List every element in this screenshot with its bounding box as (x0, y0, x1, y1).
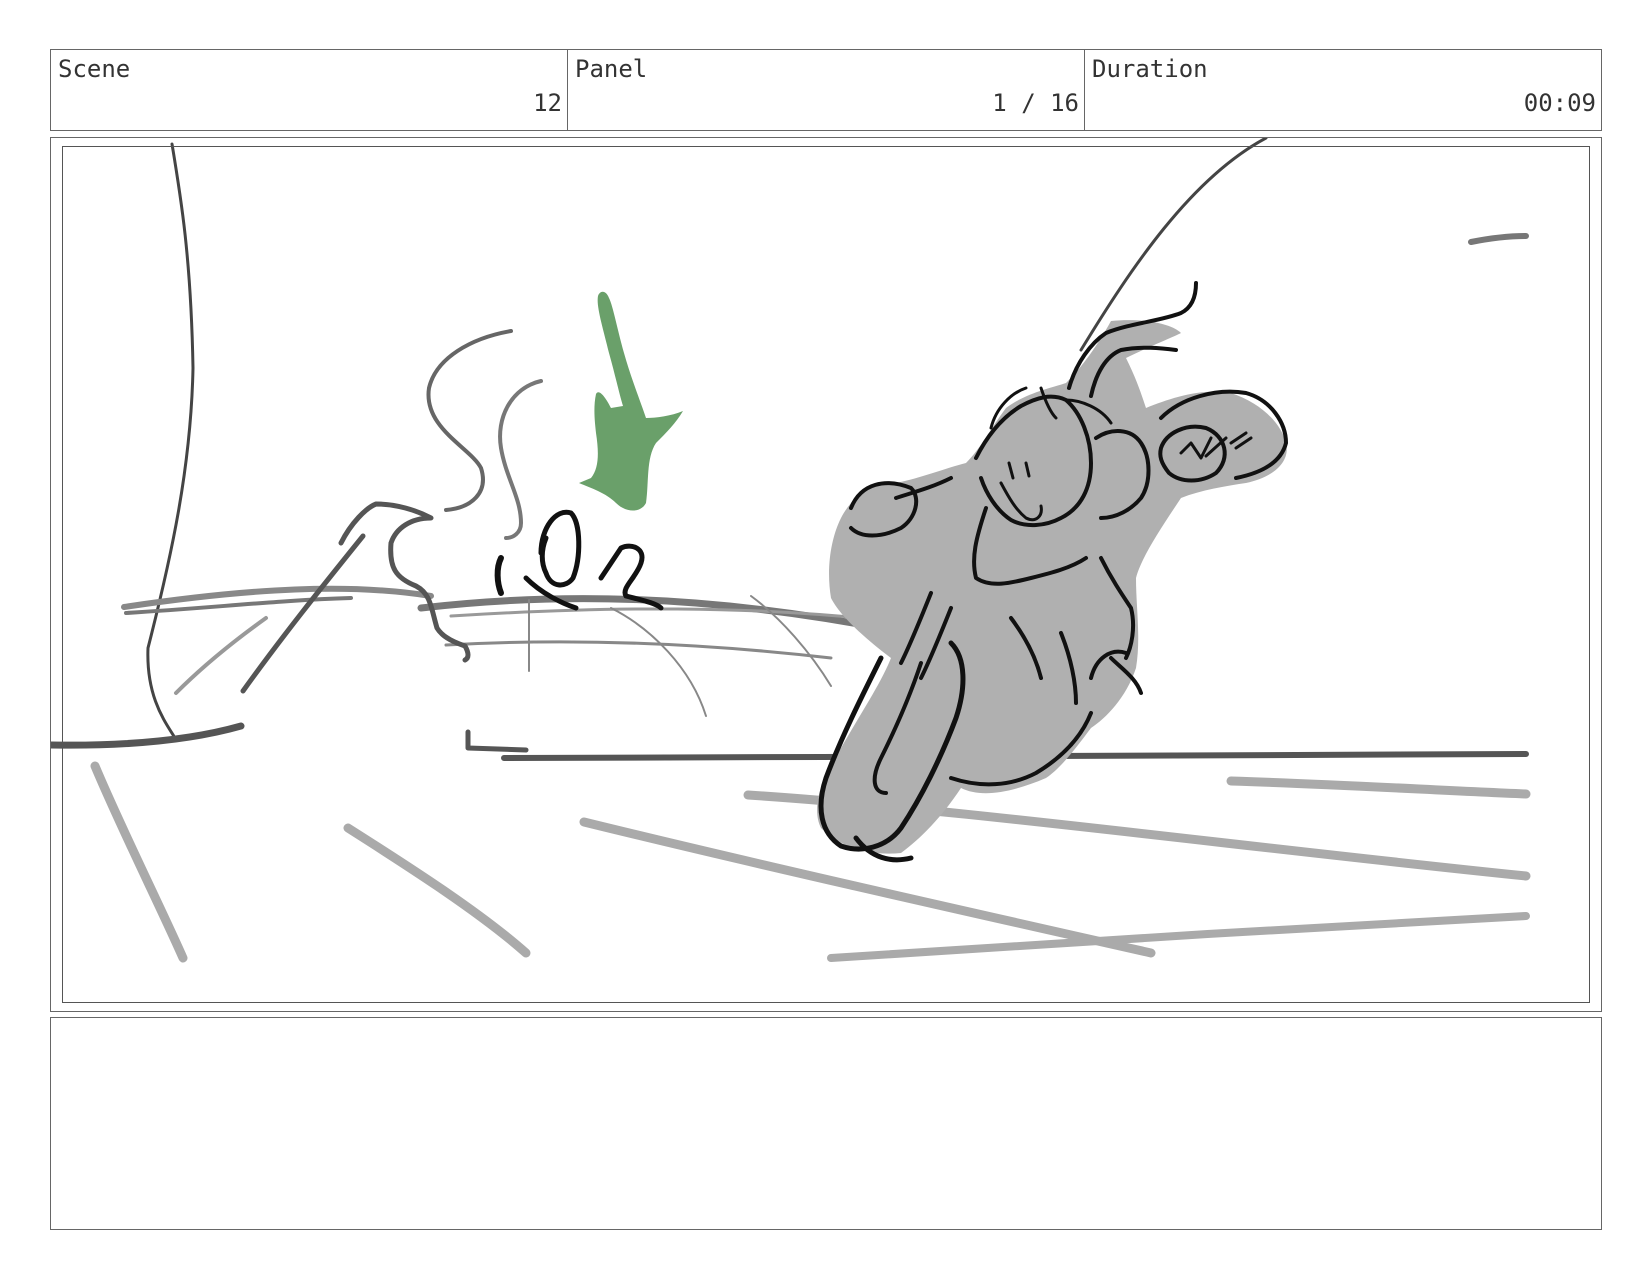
notes-area[interactable] (50, 1017, 1602, 1230)
storyboard-frame (50, 137, 1602, 1012)
scene-label: Scene (58, 55, 131, 83)
frame-safe-area (62, 146, 1590, 1003)
duration-label: Duration (1092, 55, 1208, 83)
scene-cell: Scene 12 (51, 50, 568, 130)
scene-number: 12 (533, 89, 562, 117)
duration-cell: Duration 00:09 (1085, 50, 1601, 130)
duration-value: 00:09 (1523, 89, 1596, 117)
panel-number: 1 / 16 (992, 89, 1079, 117)
panel-cell: Panel 1 / 16 (568, 50, 1085, 130)
panel-info-header: Scene 12 Panel 1 / 16 Duration 00:09 (50, 49, 1602, 131)
panel-label: Panel (575, 55, 648, 83)
